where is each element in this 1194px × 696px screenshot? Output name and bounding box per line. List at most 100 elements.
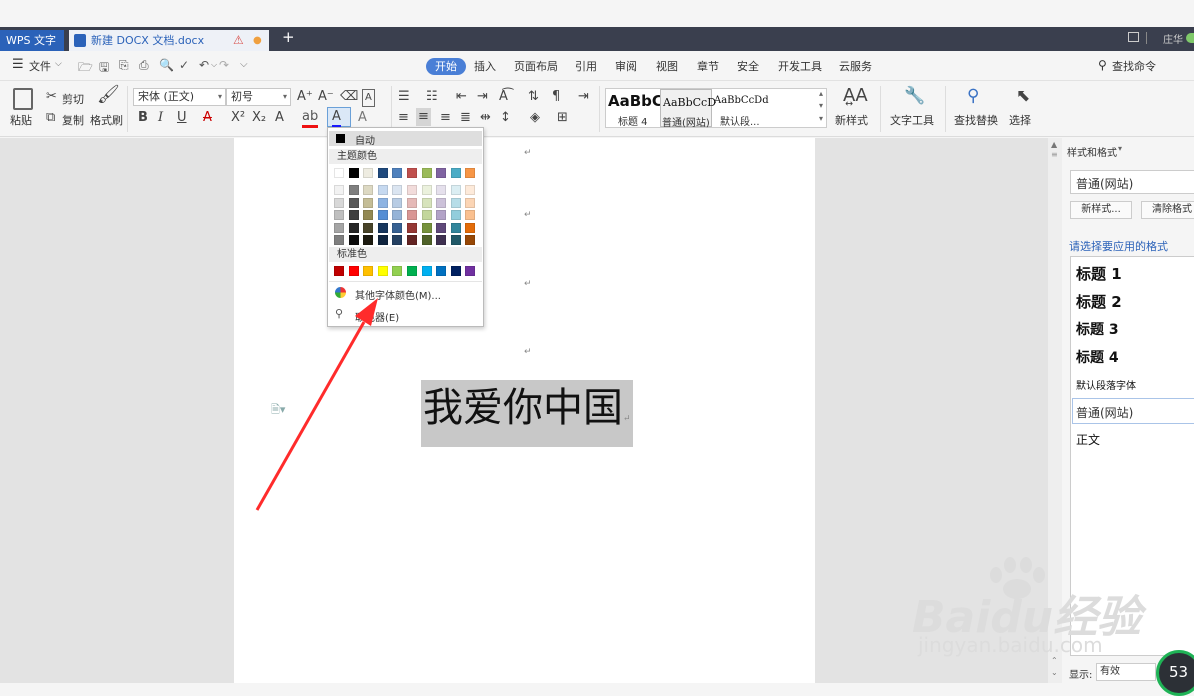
theme-shade-swatch[interactable] (407, 210, 417, 220)
theme-shade-swatch[interactable] (334, 235, 344, 245)
new-style-button[interactable]: 新样式 (835, 112, 868, 128)
standard-color-swatch[interactable] (348, 266, 359, 276)
theme-shade-swatch[interactable] (334, 210, 344, 220)
theme-color-swatch[interactable] (363, 168, 374, 178)
theme-color-swatch[interactable] (348, 168, 359, 178)
command-search[interactable]: 查找命令 (1112, 58, 1156, 75)
theme-shade-swatch[interactable] (407, 185, 417, 195)
hamburger-icon[interactable]: ☰ (12, 57, 24, 72)
italic-icon[interactable]: I (158, 110, 163, 126)
theme-shade-swatch[interactable] (334, 197, 344, 208)
bullet-list-icon[interactable]: ☰ (398, 89, 410, 105)
theme-shade-swatch[interactable] (465, 210, 476, 220)
tab-home[interactable]: 开始 (426, 58, 466, 75)
wrench-icon[interactable]: 🔧 (904, 88, 925, 105)
theme-color-swatch[interactable] (421, 168, 432, 178)
theme-shade-swatch[interactable] (392, 197, 403, 208)
highlight-icon[interactable]: ab (302, 109, 319, 128)
theme-shade-swatch[interactable] (334, 222, 344, 233)
theme-color-swatch[interactable] (450, 168, 461, 178)
current-style-field[interactable]: 普通(网站) (1070, 170, 1194, 194)
chinese-layout-icon[interactable]: A͡ (499, 89, 508, 105)
file-menu[interactable]: 文件 (29, 58, 51, 75)
scroll-grip-icon[interactable]: ≡ (1051, 150, 1058, 159)
theme-color-swatch[interactable] (392, 168, 403, 178)
user-name[interactable]: 庄华 (1163, 31, 1183, 46)
tab-stops-icon[interactable]: ⇥ (578, 89, 589, 105)
tab-cloud[interactable]: 云服务 (839, 58, 872, 75)
customize-quick-access-icon[interactable]: ⌵ (240, 59, 248, 70)
clear-format-button[interactable]: 清除格式 (1141, 201, 1194, 219)
theme-shade-swatch[interactable] (392, 235, 403, 245)
paste-icon[interactable] (13, 88, 33, 110)
theme-color-swatch[interactable] (407, 168, 417, 178)
paste-button[interactable]: 粘贴 (10, 112, 32, 128)
gallery-down-icon[interactable]: ▾ (819, 101, 823, 110)
theme-shade-swatch[interactable] (377, 185, 388, 195)
copy-button[interactable]: 复制 (62, 112, 84, 128)
cut-button[interactable]: 剪切 (62, 91, 84, 107)
theme-color-swatch[interactable] (377, 168, 388, 178)
window-layout-icon[interactable] (1128, 32, 1139, 42)
standard-color-swatch[interactable] (392, 266, 403, 276)
find-replace-icon[interactable]: ⚲ (967, 88, 979, 105)
theme-shade-swatch[interactable] (465, 185, 476, 195)
theme-shade-swatch[interactable] (363, 197, 374, 208)
theme-shade-swatch[interactable] (363, 185, 374, 195)
style-item-default-para[interactable]: 默认段落字体 (1076, 377, 1136, 392)
subscript-icon[interactable]: X₂ (252, 110, 266, 126)
style-heading4[interactable]: AaBbC 标题 4 (606, 89, 663, 128)
theme-shade-swatch[interactable] (465, 197, 476, 208)
theme-shade-swatch[interactable] (465, 235, 476, 245)
theme-shade-swatch[interactable] (421, 222, 432, 233)
search-icon[interactable]: ⚲ (1098, 58, 1107, 72)
theme-shade-swatch[interactable] (377, 235, 388, 245)
theme-shade-swatch[interactable] (363, 222, 374, 233)
theme-shade-swatch[interactable] (392, 185, 403, 195)
style-normal-web[interactable]: AaBbCcD 普通(网站) (660, 89, 716, 129)
theme-shade-swatch[interactable] (421, 185, 432, 195)
align-left-icon[interactable]: ≡ (398, 110, 409, 126)
eyedropper-item[interactable]: 取色器(E) (355, 309, 399, 324)
theme-color-swatch[interactable] (334, 168, 344, 178)
theme-shade-swatch[interactable] (348, 235, 359, 245)
tab-document[interactable]: 新建 DOCX 文档.docx ⚠ ● (69, 30, 269, 51)
new-style-button[interactable]: 新样式... (1070, 201, 1132, 219)
theme-shade-swatch[interactable] (348, 222, 359, 233)
theme-color-swatch[interactable] (465, 168, 476, 178)
superscript-icon[interactable]: X² (231, 110, 245, 126)
theme-shade-swatch[interactable] (407, 222, 417, 233)
gallery-more-icon[interactable]: ▾ (819, 114, 823, 123)
undo-dropdown-icon[interactable]: ⌵ (211, 60, 217, 70)
shading-icon[interactable]: ◈ (530, 110, 540, 126)
font-name-select[interactable]: 宋体 (正文) ▾ (133, 88, 226, 106)
style-item-heading1[interactable]: 标题 1 (1076, 263, 1122, 284)
style-item-heading2[interactable]: 标题 2 (1076, 291, 1122, 312)
tab-security[interactable]: 安全 (737, 58, 759, 75)
scroll-up-icon[interactable]: ▲ (1051, 140, 1057, 149)
theme-shade-swatch[interactable] (392, 222, 403, 233)
speed-badge[interactable]: 53 (1156, 650, 1194, 696)
theme-color-swatch[interactable] (436, 168, 447, 178)
align-center-icon[interactable]: ≡ (416, 108, 431, 126)
theme-shade-swatch[interactable] (450, 185, 461, 195)
save-icon[interactable]: 🖫 (99, 58, 109, 79)
format-painter-icon[interactable]: 🖌 (97, 86, 120, 104)
line-spacing-icon[interactable]: ↕ (500, 110, 511, 126)
grow-font-icon[interactable]: A⁺ (297, 89, 313, 105)
standard-color-swatch[interactable] (465, 266, 476, 276)
undo-icon[interactable]: ↶ (199, 58, 209, 72)
char-shading-icon[interactable]: A (358, 110, 367, 126)
cut-icon[interactable]: ✂ (46, 89, 57, 105)
theme-shade-swatch[interactable] (407, 197, 417, 208)
style-default-para[interactable]: AaBbCcDd 默认段... (712, 89, 826, 128)
export-pdf-icon[interactable]: ⎘ (119, 58, 129, 73)
redo-icon[interactable]: ↷ (219, 58, 229, 72)
new-tab-button[interactable]: + (282, 28, 295, 46)
tab-review[interactable]: 审阅 (615, 58, 637, 75)
standard-color-swatch[interactable] (334, 266, 344, 276)
standard-color-swatch[interactable] (377, 266, 388, 276)
sort-icon[interactable]: ⇅ (528, 89, 539, 105)
theme-shade-swatch[interactable] (334, 185, 344, 195)
shrink-font-icon[interactable]: A⁻ (318, 89, 334, 105)
